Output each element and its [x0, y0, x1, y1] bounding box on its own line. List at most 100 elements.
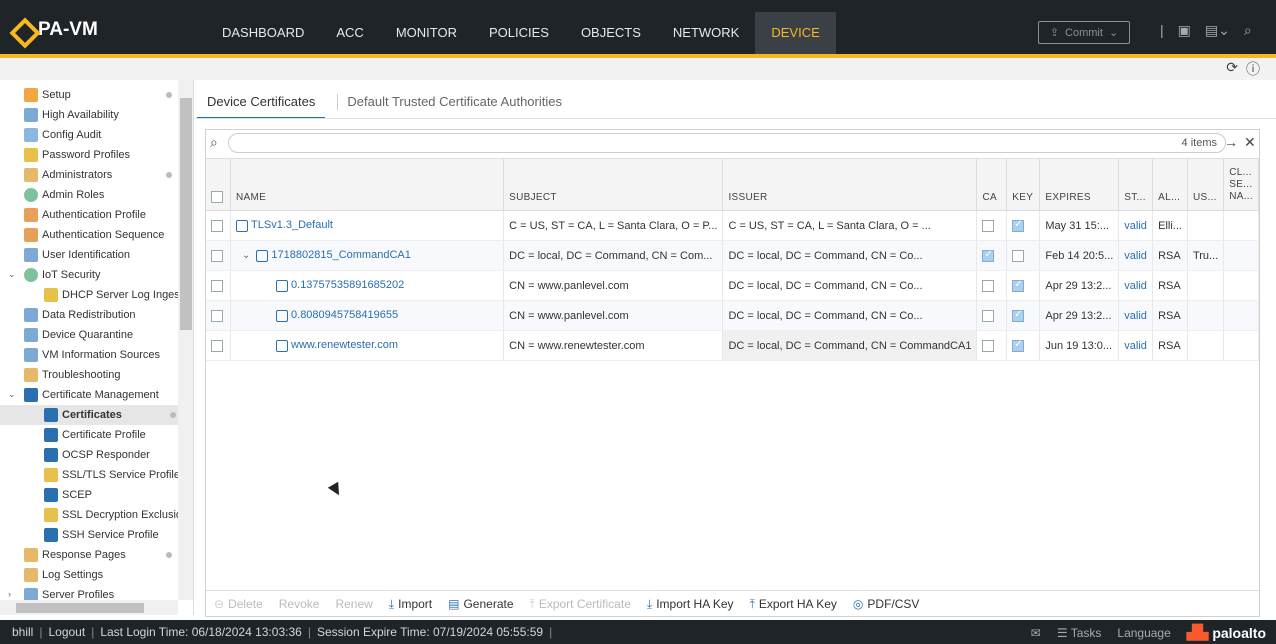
- import-icon: ⤓: [388, 596, 395, 611]
- sidebar-item-vm-information-sources[interactable]: VM Information Sources: [24, 345, 160, 365]
- cert-name-link[interactable]: www.renewtester.com: [291, 339, 398, 351]
- sidebar-item-troubleshooting[interactable]: Troubleshooting: [24, 365, 120, 385]
- row-checkbox[interactable]: [211, 279, 223, 292]
- sidebar-item-data-redistribution[interactable]: Data Redistribution: [24, 305, 136, 325]
- sidebar-horizontal-scroll-thumb[interactable]: [16, 603, 144, 613]
- sidebar-item-user-identification[interactable]: User Identification: [24, 245, 130, 265]
- nav-policies[interactable]: POLICIES: [473, 12, 565, 54]
- row-checkbox[interactable]: [211, 339, 223, 352]
- import-ha-key-button[interactable]: ⤓ Import HA Key: [647, 597, 734, 612]
- sidebar-item-iot-security[interactable]: IoT Security: [24, 265, 101, 285]
- nav-dashboard[interactable]: DASHBOARD: [206, 12, 320, 54]
- filter-input[interactable]: 4 items: [228, 133, 1226, 153]
- renew-button[interactable]: Renew: [335, 597, 372, 611]
- sidebar-item-ssl-tls-service-profile[interactable]: SSL/TLS Service Profile: [44, 465, 180, 485]
- import-button[interactable]: ⤓ Import: [389, 597, 432, 612]
- table-row[interactable]: TLSv1.3_Default C = US, ST = CA, L = San…: [206, 210, 1259, 241]
- sidebar-item-authentication-sequence[interactable]: Authentication Sequence: [24, 225, 164, 245]
- export-certificate-button[interactable]: ⤒ Export Certificate: [530, 597, 631, 612]
- table-row[interactable]: 0.13757535891685202 CN = www.panlevel.co…: [206, 270, 1259, 301]
- status-footer: bhill | Logout | Last Login Time: 06/18/…: [0, 620, 1276, 644]
- sidebar-item-certificates[interactable]: Certificates: [0, 405, 178, 425]
- sidebar-item-password-profiles[interactable]: Password Profiles: [24, 145, 130, 165]
- select-all-checkbox[interactable]: [211, 191, 223, 203]
- column-header-name[interactable]: NAME: [230, 158, 505, 211]
- cert-name-link[interactable]: 0.13757535891685202: [291, 279, 404, 291]
- table-row[interactable]: www.renewtester.com CN = www.renewtester…: [206, 330, 1259, 361]
- save-config-icon[interactable]: ▤⌄: [1205, 22, 1230, 39]
- column-header-usage[interactable]: US...: [1187, 158, 1225, 211]
- sidebar-item-authentication-profile[interactable]: Authentication Profile: [24, 205, 146, 225]
- cert-subject: CN = www.panlevel.com: [503, 270, 724, 301]
- column-header-algorithm[interactable]: AL...: [1152, 158, 1188, 211]
- nav-monitor[interactable]: MONITOR: [380, 12, 473, 54]
- column-header-cluster-name[interactable]: CL... SE... NA...: [1223, 158, 1259, 211]
- sidebar-item-device-quarantine[interactable]: Device Quarantine: [24, 325, 133, 345]
- pdf-csv-button[interactable]: ◎ PDF/CSV: [853, 597, 920, 611]
- sidebar-item-administrators[interactable]: Administrators: [24, 165, 174, 185]
- refresh-icon[interactable]: ⟳: [1226, 59, 1238, 79]
- sidebar-item-certificate-profile[interactable]: Certificate Profile: [44, 425, 146, 445]
- column-header-issuer[interactable]: ISSUER: [722, 158, 978, 211]
- cert-cluster: [1223, 240, 1259, 271]
- cert-name-link[interactable]: 1718802815_CommandCA1: [271, 249, 410, 261]
- export-ha-key-button[interactable]: ⤒ Export HA Key: [750, 597, 837, 612]
- revoke-button[interactable]: Revoke: [279, 597, 320, 611]
- sidebar-item-ssh-service-profile[interactable]: SSH Service Profile: [44, 525, 159, 545]
- chevron-right-icon[interactable]: ›: [8, 589, 11, 599]
- sidebar-item-label: Authentication Sequence: [42, 229, 165, 241]
- nav-acc[interactable]: ACC: [320, 12, 379, 54]
- cert-name-link[interactable]: 0.8080945758419655: [291, 309, 398, 321]
- help-icon[interactable]: ⓘ: [1246, 59, 1260, 79]
- sidebar-item-log-settings[interactable]: Log Settings: [24, 565, 103, 585]
- chevron-down-icon[interactable]: ⌄: [8, 389, 16, 400]
- logout-link[interactable]: Logout: [48, 625, 85, 639]
- sidebar-item-scep[interactable]: SCEP: [44, 485, 92, 505]
- generate-button[interactable]: ▤ Generate: [448, 597, 513, 611]
- certificate-icon: [44, 408, 58, 422]
- lock-config-icon[interactable]: ▣: [1178, 22, 1191, 39]
- nav-objects[interactable]: OBJECTS: [565, 12, 657, 54]
- cert-algorithm: RSA: [1152, 330, 1188, 361]
- sidebar-item-certificate-management[interactable]: Certificate Management: [24, 385, 159, 405]
- sidebar-item-ocsp-responder[interactable]: OCSP Responder: [44, 445, 150, 465]
- sidebar-item-label: OCSP Responder: [62, 449, 150, 461]
- column-header-key[interactable]: KEY: [1006, 158, 1041, 211]
- tab-default-trusted-ca[interactable]: Default Trusted Certificate Authorities: [347, 94, 562, 119]
- sidebar-item-high-availability[interactable]: High Availability: [24, 105, 119, 125]
- language-button[interactable]: Language: [1117, 626, 1170, 640]
- app-logo: PA-VM: [12, 19, 98, 41]
- row-checkbox[interactable]: [211, 309, 223, 322]
- sidebar-item-admin-roles[interactable]: Admin Roles: [24, 185, 104, 205]
- cert-name-link[interactable]: TLSv1.3_Default: [251, 219, 333, 231]
- sidebar-item-dhcp-server-log[interactable]: DHCP Server Log Inges: [44, 285, 180, 305]
- cert-status: valid: [1118, 300, 1154, 331]
- delete-button[interactable]: ⊖ Delete: [214, 597, 263, 611]
- sidebar-item-response-pages[interactable]: Response Pages: [24, 545, 174, 565]
- chevron-down-icon[interactable]: ⌄: [242, 250, 250, 261]
- column-header-expires[interactable]: EXPIRES: [1039, 158, 1120, 211]
- tasks-button[interactable]: ☰ Tasks: [1057, 626, 1102, 640]
- row-checkbox[interactable]: [211, 249, 223, 262]
- tab-device-certificates[interactable]: Device Certificates: [197, 94, 326, 119]
- sidebar-item-config-audit[interactable]: Config Audit: [24, 125, 101, 145]
- chevron-down-icon[interactable]: ⌄: [8, 269, 16, 280]
- sidebar-scroll-thumb[interactable]: [180, 98, 192, 330]
- commit-button[interactable]: ⇪ Commit ⌄: [1038, 21, 1130, 44]
- column-header-ca[interactable]: CA: [976, 158, 1008, 211]
- sidebar-item-setup[interactable]: Setup: [24, 85, 174, 105]
- table-row[interactable]: 0.8080945758419655 CN = www.panlevel.com…: [206, 300, 1259, 331]
- row-checkbox[interactable]: [211, 219, 223, 232]
- table-row[interactable]: ⌄ 1718802815_CommandCA1 DC = local, DC = …: [206, 240, 1259, 271]
- column-header-status[interactable]: ST...: [1118, 158, 1154, 211]
- column-header-subject[interactable]: SUBJECT: [503, 158, 724, 211]
- cert-expires: Apr 29 13:2...: [1039, 270, 1120, 301]
- search-icon[interactable]: ⌕: [1244, 22, 1252, 39]
- search-icon: ⌕: [210, 134, 218, 150]
- nav-network[interactable]: NETWORK: [657, 12, 755, 54]
- nav-device[interactable]: DEVICE: [755, 12, 836, 54]
- apply-filter-icon[interactable]: →: [1224, 134, 1238, 150]
- sidebar-item-ssl-decryption-exclusion[interactable]: SSL Decryption Exclusio: [44, 505, 182, 525]
- clear-filter-icon[interactable]: ✕: [1244, 134, 1256, 151]
- mail-icon[interactable]: ✉: [1031, 626, 1041, 640]
